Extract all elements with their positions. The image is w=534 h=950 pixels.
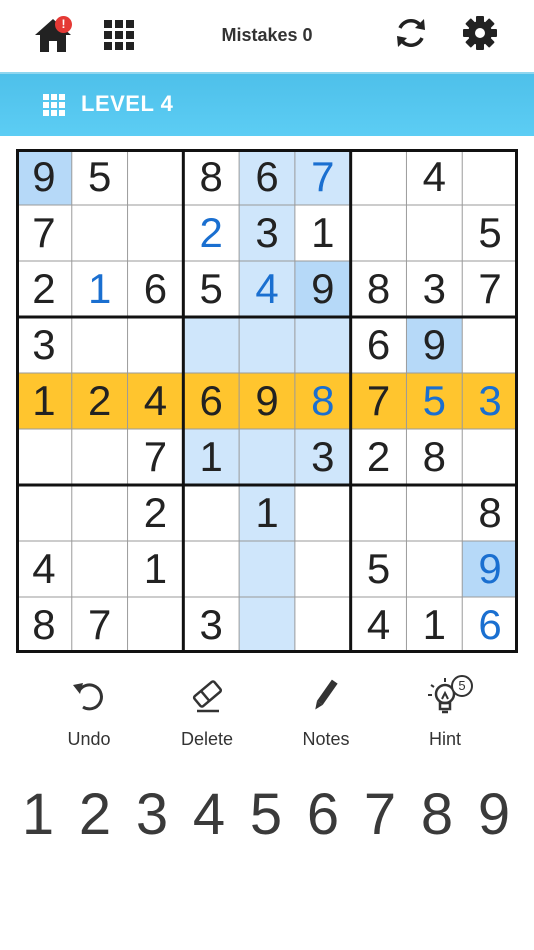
grid-icon [43,94,65,116]
settings-button[interactable] [462,15,498,51]
hint-count-badge: 5 [451,675,473,697]
number-key-5[interactable]: 5 [241,780,291,850]
number-key-9[interactable]: 9 [469,780,519,850]
hint-button[interactable]: 5 Hint [395,675,495,750]
number-key-6[interactable]: 6 [298,780,348,850]
delete-label: Delete [180,729,234,749]
undo-icon [73,683,103,711]
delete-button[interactable]: Delete [157,675,257,750]
notes-label: Notes [302,729,350,749]
pencil-icon [315,679,338,710]
number-key-8[interactable]: 8 [412,780,462,850]
eraser-icon [192,680,223,713]
number-key-3[interactable]: 3 [127,780,177,850]
hint-label: Hint [428,729,461,749]
refresh-icon [397,19,425,47]
undo-button[interactable]: Undo [39,675,139,750]
top-bar: ! Mistakes 0 [0,0,534,72]
number-pad: 123456789 [0,780,534,850]
notes-button[interactable]: Notes [276,675,376,750]
sudoku-board: 9586747231521654983736912469875371328218… [16,149,518,653]
level-title: LEVEL 4 [81,91,174,116]
toolbar: Undo Delete Notes 5 Hint [0,675,534,755]
restart-button[interactable] [393,15,429,51]
number-key-2[interactable]: 2 [70,780,120,850]
number-key-1[interactable]: 1 [13,780,63,850]
board-grid-lines [16,149,518,653]
mistakes-counter: Mistakes 0 [221,25,313,45]
number-key-4[interactable]: 4 [184,780,234,850]
level-bar: LEVEL 4 [0,72,534,136]
gear-icon [463,16,497,50]
undo-label: Undo [67,729,111,749]
number-key-7[interactable]: 7 [355,780,405,850]
